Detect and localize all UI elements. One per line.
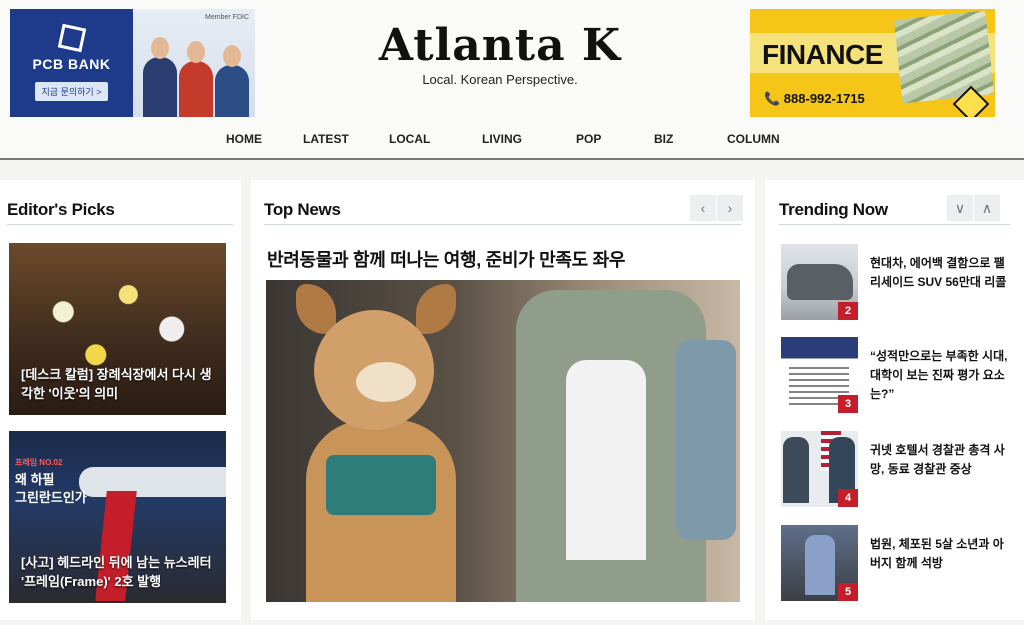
trending-controls: ∨ ∧ [946,195,1000,221]
trending-thumbnail[interactable]: 3 [781,337,858,413]
dog-ear [296,284,336,334]
editors-pick-item[interactable]: [데스크 칼럼] 장례식장에서 다시 생각한 '이웃'의 의미 [9,243,226,415]
top-news-panel: Top News ‹ › 반려동물과 함께 떠나는 여행, 준비가 만족도 좌우 [251,180,755,620]
rank-badge: 5 [838,583,858,601]
editors-pick-item[interactable]: 프레임 NO.02 왜 하필 그린란드인가 [사고] 헤드라인 뒤에 남는 뉴스… [9,431,226,603]
trending-item[interactable]: 2 현대차, 에어백 결함으로 팰리세이드 SUV 56만대 리콜 [781,244,1011,324]
rank-badge: 2 [838,302,858,320]
next-arrow-icon[interactable]: › [717,195,743,221]
trending-title[interactable]: 현대차, 에어백 결함으로 팰리세이드 SUV 56만대 리콜 [870,254,1012,292]
pick-overlay-text: 왜 하필 그린란드인가 [15,472,87,505]
nav-home[interactable]: HOME [226,132,262,146]
editors-picks-heading: Editor's Picks [7,200,115,219]
site-logo[interactable]: Atlanta K Local. Korean Perspective. [360,20,640,87]
backpack-image [676,340,736,540]
trending-title[interactable]: “성적만으로는 부족한 시대, 대학이 보는 진짜 평가 요소는?” [870,347,1012,404]
editors-picks-panel: Editor's Picks [데스크 칼럼] 장례식장에서 다시 생각한 '이… [0,180,241,620]
section-rule [779,224,1010,225]
pick-caption[interactable]: [사고] 헤드라인 뒤에 남는 뉴스레터 '프레임(Frame)' 2호 발행 [21,553,216,591]
nav-latest[interactable]: LATEST [303,132,349,146]
rank-badge: 4 [838,489,858,507]
nav-divider [0,158,1024,160]
finance-ad[interactable]: FINANCE 📞 888-992-1715 [750,9,995,117]
person-figure [215,45,249,117]
rank-badge: 3 [838,395,858,413]
frame-issue-tag: 프레임 NO.02 [15,458,63,467]
trending-title[interactable]: 법원, 체포된 5살 소년과 아버지 함께 석방 [870,535,1012,573]
bank-cta-button[interactable]: 지금 문의하기 > [34,81,109,101]
nav-living[interactable]: LIVING [482,132,522,146]
top-news-controls: ‹ › [689,195,743,221]
main-nav: HOME LATEST LOCAL LIVING POP BIZ COLUMN [0,126,1024,152]
person-figure [179,41,213,117]
trending-thumbnail[interactable]: 5 [781,525,858,601]
site-title[interactable]: Atlanta K [360,20,640,72]
top-news-image[interactable] [266,280,740,602]
finance-ad-phone: 📞 888-992-1715 [764,91,865,106]
cash-stack-image [893,10,995,104]
person-figure [143,37,177,117]
trending-panel: Trending Now ∨ ∧ 2 현대차, 에어백 결함으로 팰리세이드 S… [765,180,1024,620]
section-rule [7,224,233,225]
nav-local[interactable]: LOCAL [389,132,430,146]
top-news-heading: Top News [264,200,341,219]
prev-arrow-icon[interactable]: ‹ [690,195,716,221]
trending-title[interactable]: 귀넷 호텔서 경찰관 총격 사망, 동료 경찰관 중상 [870,441,1012,479]
nav-pop[interactable]: POP [576,132,601,146]
top-news-headline[interactable]: 반려동물과 함께 떠나는 여행, 준비가 만족도 좌우 [267,246,625,272]
section-rule [264,224,741,225]
bank-ad-photo: Member FDIC [133,9,255,117]
finance-ad-headline: FINANCE [762,39,883,70]
chevron-down-icon[interactable]: ∨ [947,195,973,221]
pcb-bank-ad[interactable]: PCB BANK 지금 문의하기 > Member FDIC [10,9,255,117]
child-image [805,535,835,595]
dog-harness [326,455,436,515]
bank-name: PCB BANK [32,55,111,72]
chevron-up-icon[interactable]: ∧ [974,195,1000,221]
nav-biz[interactable]: BIZ [654,132,673,146]
bank-brand-panel: PCB BANK 지금 문의하기 > [10,9,133,117]
fdic-label: Member FDIC [205,14,249,21]
nav-column[interactable]: COLUMN [727,132,780,146]
trending-item[interactable]: 3 “성적만으로는 부족한 시대, 대학이 보는 진짜 평가 요소는?” [781,337,1011,417]
trending-thumbnail[interactable]: 2 [781,244,858,320]
trending-heading: Trending Now [779,200,888,219]
site-tagline: Local. Korean Perspective. [422,72,578,87]
suv-image [787,264,853,300]
site-header: PCB BANK 지금 문의하기 > Member FDIC Atlanta K… [0,0,1024,160]
trending-item[interactable]: 4 귀넷 호텔서 경찰관 총격 사망, 동료 경찰관 중상 [781,431,1011,511]
traveler-shirt [566,360,646,560]
dog-ear [416,284,456,334]
dog-muzzle [356,362,416,402]
pick-caption[interactable]: [데스크 칼럼] 장례식장에서 다시 생각한 '이웃'의 의미 [21,365,216,403]
trending-item[interactable]: 5 법원, 체포된 5살 소년과 아버지 함께 석방 [781,525,1011,605]
officer-image [783,437,809,503]
trending-thumbnail[interactable]: 4 [781,431,858,507]
bank-logo-icon [57,23,86,52]
airplane-image [79,467,226,497]
